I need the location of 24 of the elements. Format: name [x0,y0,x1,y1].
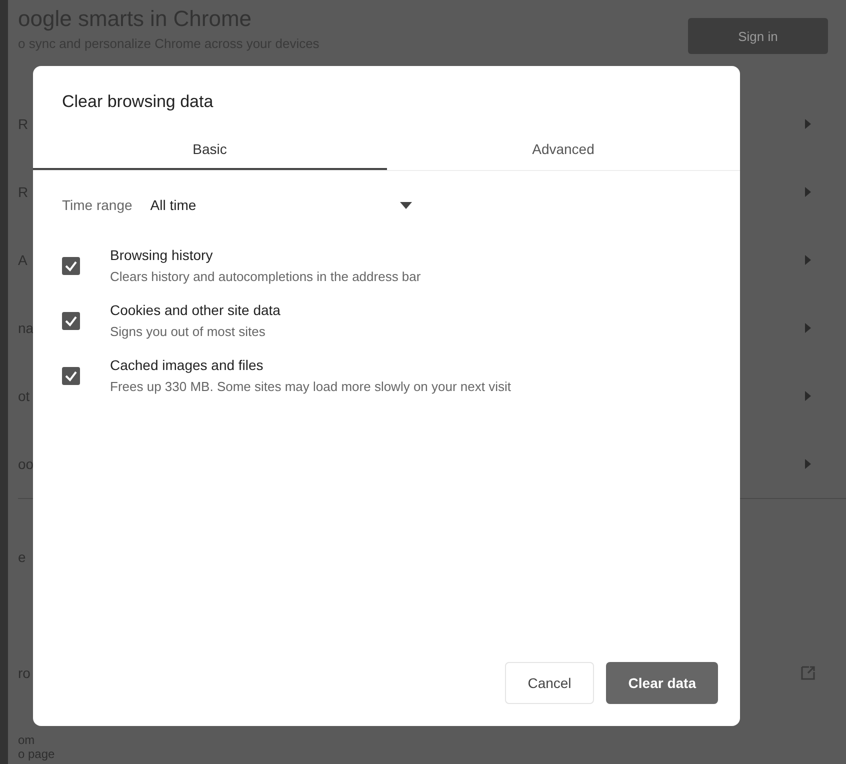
chevron-right-icon [804,119,812,129]
sign-in-button[interactable]: Sign in [688,18,828,54]
option-description: Signs you out of most sites [110,324,266,339]
chevron-right-icon [804,187,812,197]
time-range-label: Time range [62,197,132,213]
tab[interactable]: Advanced [386,130,740,170]
chevron-right-icon [804,323,812,333]
checkbox[interactable] [62,366,80,384]
option-title: Cookies and other site data [110,302,280,318]
option-title: Cached images and files [110,357,264,373]
option-description: Clears history and autocompletions in the address bar [110,269,421,284]
chevron-right-icon [804,459,812,469]
caret-icon [400,202,412,208]
checkbox[interactable] [62,256,80,274]
option-title: Browsing history [110,247,214,263]
clear-data-button[interactable]: Clear data [606,662,718,704]
external-link-icon [800,665,816,681]
tab[interactable]: Basic [33,130,386,170]
checkbox[interactable] [62,312,80,330]
chevron-right-icon [804,391,812,401]
cancel-button[interactable]: Cancel [504,662,594,704]
dialog-title: Clear browsing data [61,91,214,112]
chevron-right-icon [804,255,812,265]
option-description: Frees up 330 MB. Some sites may load more slowly on your next visit [110,379,511,394]
